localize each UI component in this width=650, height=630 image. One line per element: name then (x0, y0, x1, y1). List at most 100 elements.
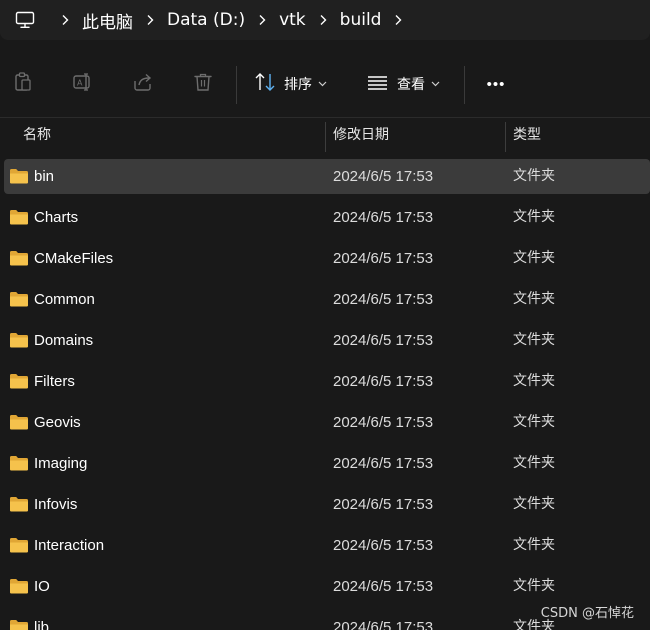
column-resize-handle[interactable] (505, 122, 506, 152)
file-row[interactable]: CMakeFiles 2024/6/5 17:53 文件夹 (0, 238, 650, 279)
svg-text:A: A (77, 78, 83, 87)
file-type: 文件夹 (513, 373, 555, 389)
folder-icon (9, 455, 29, 471)
file-type: 文件夹 (513, 209, 555, 225)
more-icon: ••• (486, 75, 506, 93)
column-headers: 名称 修改日期 类型 (0, 118, 650, 154)
file-row[interactable]: Interaction 2024/6/5 17:53 文件夹 (0, 525, 650, 566)
file-row[interactable]: Geovis 2024/6/5 17:53 文件夹 (0, 402, 650, 443)
command-bar: A 排序 查看 ••• (0, 52, 650, 118)
chevron-down-icon (318, 81, 327, 87)
file-modified-date: 2024/6/5 17:53 (333, 209, 434, 226)
file-modified-date: 2024/6/5 17:53 (333, 414, 434, 431)
file-name[interactable]: bin (34, 156, 54, 197)
file-modified-date: 2024/6/5 17:53 (333, 455, 434, 472)
breadcrumb-build[interactable]: build (340, 10, 382, 30)
rename-icon: A (72, 71, 94, 98)
folder-icon (9, 619, 29, 630)
file-name[interactable]: IO (34, 566, 50, 607)
file-type: 文件夹 (513, 496, 555, 512)
file-type: 文件夹 (513, 537, 555, 553)
breadcrumb-this-pc[interactable]: 此电脑 (82, 8, 133, 33)
file-row[interactable]: Filters 2024/6/5 17:53 文件夹 (0, 361, 650, 402)
file-row[interactable]: Common 2024/6/5 17:53 文件夹 (0, 279, 650, 320)
file-name[interactable]: lib (34, 607, 49, 630)
rename-button[interactable]: A (65, 66, 101, 102)
copy-icon (12, 71, 34, 98)
file-row[interactable]: Imaging 2024/6/5 17:53 文件夹 (0, 443, 650, 484)
file-modified-date: 2024/6/5 17:53 (333, 578, 434, 595)
folder-icon (9, 291, 29, 307)
delete-icon (192, 71, 214, 98)
file-type: 文件夹 (513, 291, 555, 307)
folder-icon (9, 496, 29, 512)
file-name[interactable]: Imaging (34, 443, 87, 484)
file-name[interactable]: CMakeFiles (34, 238, 113, 279)
file-row[interactable]: Domains 2024/6/5 17:53 文件夹 (0, 320, 650, 361)
file-name[interactable]: Filters (34, 361, 75, 402)
toolbar-divider (236, 66, 237, 104)
file-type: 文件夹 (513, 168, 555, 184)
sort-label: 排序 (284, 77, 312, 93)
folder-icon (9, 332, 29, 348)
view-label: 查看 (397, 77, 425, 93)
breadcrumb-vtk[interactable]: vtk (279, 10, 306, 30)
more-options-button[interactable]: ••• (478, 66, 514, 102)
file-type: 文件夹 (513, 455, 555, 471)
file-type: 文件夹 (513, 414, 555, 430)
folder-icon (9, 537, 29, 553)
file-modified-date: 2024/6/5 17:53 (333, 291, 434, 308)
file-modified-date: 2024/6/5 17:53 (333, 332, 434, 349)
toolbar-divider (464, 66, 465, 104)
file-modified-date: 2024/6/5 17:53 (333, 168, 434, 185)
file-name[interactable]: Charts (34, 197, 78, 238)
folder-icon (9, 250, 29, 266)
file-modified-date: 2024/6/5 17:53 (333, 496, 434, 513)
view-icon (367, 71, 389, 98)
file-name[interactable]: Geovis (34, 402, 81, 443)
file-name[interactable]: Domains (34, 320, 93, 361)
column-header-name[interactable]: 名称 (23, 118, 51, 154)
file-modified-date: 2024/6/5 17:53 (333, 373, 434, 390)
view-button[interactable]: 查看 (367, 66, 440, 102)
share-button[interactable] (125, 66, 161, 102)
delete-button[interactable] (185, 66, 221, 102)
this-pc-icon[interactable] (14, 9, 36, 31)
folder-icon (9, 414, 29, 430)
chevron-right-icon[interactable] (316, 13, 330, 27)
file-type: 文件夹 (513, 578, 555, 594)
file-modified-date: 2024/6/5 17:53 (333, 250, 434, 267)
sort-icon (254, 71, 276, 98)
chevron-right-icon[interactable] (143, 13, 157, 27)
file-row[interactable]: bin 2024/6/5 17:53 文件夹 (0, 156, 650, 197)
file-row[interactable]: IO 2024/6/5 17:53 文件夹 (0, 566, 650, 607)
folder-icon (9, 209, 29, 225)
file-modified-date: 2024/6/5 17:53 (333, 537, 434, 554)
chevron-right-icon[interactable] (391, 13, 405, 27)
address-bar[interactable]: 此电脑 Data (D:) vtk build (0, 0, 650, 40)
file-type: 文件夹 (513, 250, 555, 266)
file-modified-date: 2024/6/5 17:53 (333, 619, 434, 630)
chevron-down-icon (431, 81, 440, 87)
file-row[interactable]: Charts 2024/6/5 17:53 文件夹 (0, 197, 650, 238)
chevron-right-icon[interactable] (255, 13, 269, 27)
file-row[interactable]: Infovis 2024/6/5 17:53 文件夹 (0, 484, 650, 525)
file-type: 文件夹 (513, 332, 555, 348)
share-icon (132, 71, 154, 98)
file-list: bin 2024/6/5 17:53 文件夹 Charts 2024/6/5 17:53… (0, 156, 650, 630)
folder-icon (9, 168, 29, 184)
watermark: CSDN @石悼花 (540, 606, 634, 621)
file-name[interactable]: Common (34, 279, 95, 320)
file-name[interactable]: Infovis (34, 484, 77, 525)
file-explorer-window: 此电脑 Data (D:) vtk build A 排序 查看 ••• 名称 修… (0, 0, 650, 630)
folder-icon (9, 578, 29, 594)
column-header-type[interactable]: 类型 (513, 118, 541, 154)
chevron-right-icon[interactable] (58, 13, 72, 27)
copy-button[interactable] (5, 66, 41, 102)
column-header-date[interactable]: 修改日期 (333, 118, 389, 154)
file-name[interactable]: Interaction (34, 525, 104, 566)
sort-button[interactable]: 排序 (254, 66, 327, 102)
column-resize-handle[interactable] (325, 122, 326, 152)
folder-icon (9, 373, 29, 389)
breadcrumb-drive[interactable]: Data (D:) (167, 10, 245, 30)
